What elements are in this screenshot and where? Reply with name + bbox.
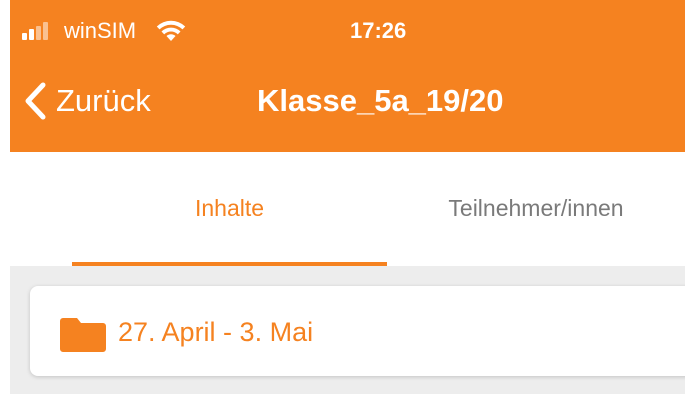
list-item-label: 27. April - 3. Mai: [118, 317, 314, 347]
carrier-name: winSIM: [64, 18, 137, 43]
status-bar: winSIM 17:26: [10, 0, 685, 62]
tab-teilnehmer[interactable]: Teilnehmer/innen: [387, 192, 685, 224]
wifi-icon: [156, 20, 186, 41]
app-header: winSIM 17:26 Zurück Klasse_5a_19/20: [10, 0, 685, 152]
list-item[interactable]: 27. April - 3. Mai: [30, 286, 685, 376]
page-title: Klasse_5a_19/20: [257, 83, 504, 118]
back-button[interactable]: Zurück: [24, 78, 151, 124]
folder-icon: [60, 318, 106, 352]
status-time: 17:26: [350, 18, 407, 43]
back-button-label: Zurück: [56, 83, 151, 118]
content-list: 27. April - 3. Mai: [10, 266, 685, 394]
tab-inhalte[interactable]: Inhalte: [72, 192, 387, 224]
tab-bar: Inhalte Teilnehmer/innen: [10, 152, 685, 266]
chevron-left-icon: [25, 82, 46, 120]
